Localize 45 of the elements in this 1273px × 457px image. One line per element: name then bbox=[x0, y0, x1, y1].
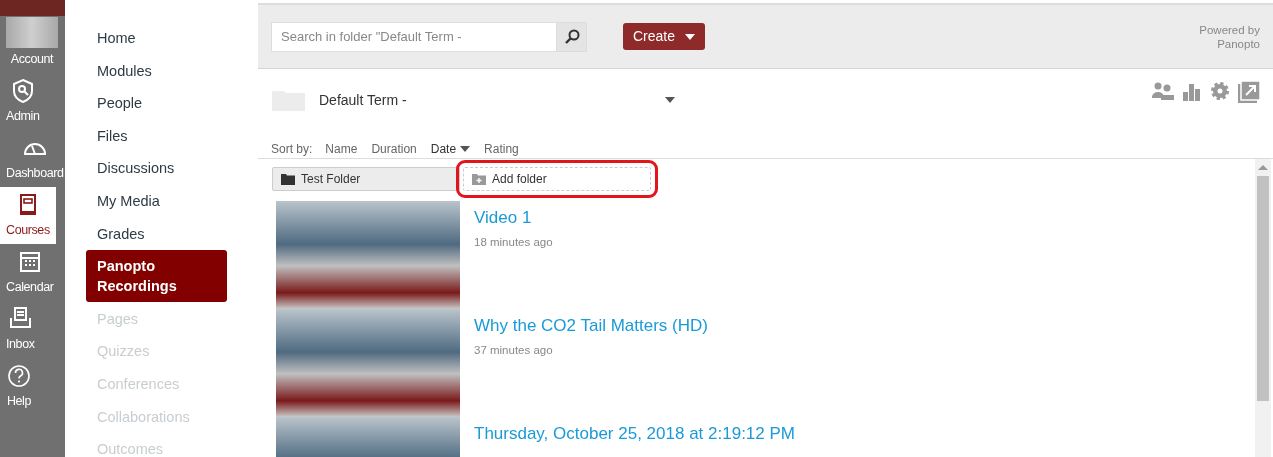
help-icon bbox=[6, 363, 32, 390]
nav-item[interactable]: Dashboard bbox=[0, 130, 70, 187]
course-nav-link[interactable]: Home bbox=[86, 22, 227, 54]
nav-item[interactable]: Admin bbox=[0, 73, 46, 130]
folder-plus-icon bbox=[472, 173, 486, 185]
sort-option[interactable]: Duration bbox=[364, 139, 424, 158]
video-title-link[interactable]: Thursday, October 25, 2018 at 2:19:12 PM bbox=[474, 421, 795, 447]
search-icon bbox=[563, 28, 580, 45]
sort-option[interactable]: Rating bbox=[477, 139, 526, 158]
course-nav-link[interactable]: Grades bbox=[86, 217, 227, 250]
folder-dropdown[interactable] bbox=[664, 97, 675, 103]
thumbnail-placeholder[interactable] bbox=[276, 309, 460, 417]
video-time: 37 minutes ago bbox=[474, 342, 554, 358]
sort-option[interactable]: Name bbox=[318, 139, 365, 158]
thumbnail-placeholder[interactable] bbox=[276, 201, 460, 309]
people-icon[interactable] bbox=[1152, 81, 1174, 101]
search-button[interactable] bbox=[556, 21, 587, 52]
course-nav-link[interactable]: My Media bbox=[86, 184, 227, 217]
avatar-placeholder bbox=[6, 17, 58, 49]
video-title-link[interactable]: Why the CO2 Tail Matters (HD) bbox=[474, 313, 708, 339]
create-button[interactable]: Create bbox=[623, 23, 705, 50]
search-field[interactable]: Search in folder "Default Term - bbox=[271, 21, 556, 52]
nav-item[interactable]: Inbox bbox=[0, 301, 41, 358]
nav-item[interactable]: Calendar bbox=[0, 244, 60, 301]
video-time: 18 minutes ago bbox=[474, 234, 553, 250]
nav-item[interactable]: Account bbox=[0, 16, 64, 73]
logo-strip bbox=[0, 0, 65, 16]
bar-chart-icon[interactable] bbox=[1182, 81, 1202, 101]
nav-item[interactable]: Help bbox=[0, 358, 38, 415]
folder-title: Default Term - bbox=[319, 90, 407, 110]
course-nav-link[interactable]: Panopto Recordings bbox=[86, 250, 227, 303]
nav-item[interactable]: Courses bbox=[0, 187, 56, 244]
sort-label: Sort by: bbox=[271, 140, 313, 158]
video-title-link[interactable]: Video 1 bbox=[474, 205, 553, 231]
settings-icon[interactable] bbox=[1210, 81, 1230, 101]
powered-by-text: Powered by Panopto bbox=[1198, 22, 1260, 51]
folder-icon bbox=[281, 173, 295, 185]
sort-option[interactable]: Date bbox=[423, 139, 478, 158]
course-nav-link[interactable]: People bbox=[86, 87, 227, 120]
folder-button[interactable]: Test Folder bbox=[272, 167, 460, 191]
scrollbar[interactable] bbox=[1255, 159, 1271, 457]
course-nav-link[interactable]: Files bbox=[86, 119, 227, 152]
external-link-icon[interactable] bbox=[1238, 81, 1260, 103]
course-nav-link[interactable]: Modules bbox=[86, 54, 227, 87]
course-nav-link[interactable]: Discussions bbox=[86, 152, 227, 185]
